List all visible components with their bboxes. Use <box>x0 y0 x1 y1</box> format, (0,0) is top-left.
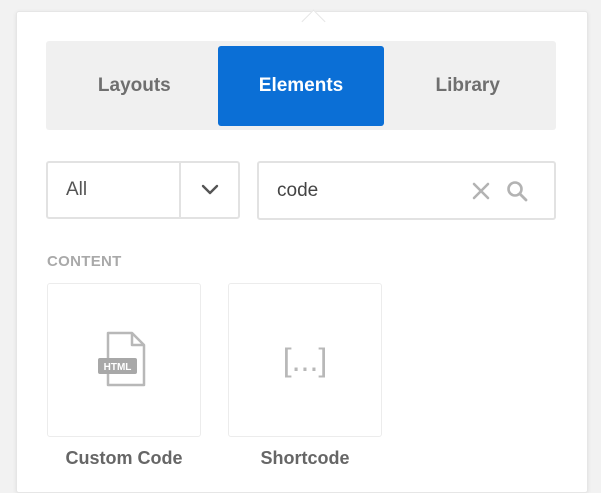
shortcode-icon-text: [...] <box>283 342 327 378</box>
search-icon <box>507 180 528 201</box>
category-filter-value: All <box>66 179 88 200</box>
category-filter-select[interactable]: All <box>46 161 240 219</box>
element-label-custom-code: Custom Code <box>65 448 183 468</box>
element-label-shortcode: Shortcode <box>260 448 350 468</box>
tab-elements[interactable]: Elements <box>217 45 385 126</box>
search-field <box>257 161 556 220</box>
elements-panel: Layouts Elements Library All CONTENT <box>16 9 588 493</box>
element-card-custom-code[interactable]: HTML <box>47 283 201 437</box>
panel-pointer <box>301 9 326 34</box>
tab-library[interactable]: Library <box>384 46 551 126</box>
close-icon <box>472 182 490 199</box>
search-input[interactable] <box>277 179 457 202</box>
element-card-shortcode[interactable]: [...] <box>228 283 382 437</box>
tab-bar: Layouts Elements Library <box>46 41 556 130</box>
html-badge-text: HTML <box>104 362 132 373</box>
chevron-down-icon <box>201 184 218 195</box>
tab-layouts[interactable]: Layouts <box>51 46 218 126</box>
html-file-icon: HTML <box>98 331 146 387</box>
search-button[interactable] <box>503 177 531 205</box>
shortcode-icon: [...] <box>283 342 327 378</box>
category-filter-toggle[interactable] <box>179 163 238 217</box>
section-title-content: CONTENT <box>47 253 122 270</box>
clear-search-button[interactable] <box>467 177 495 205</box>
